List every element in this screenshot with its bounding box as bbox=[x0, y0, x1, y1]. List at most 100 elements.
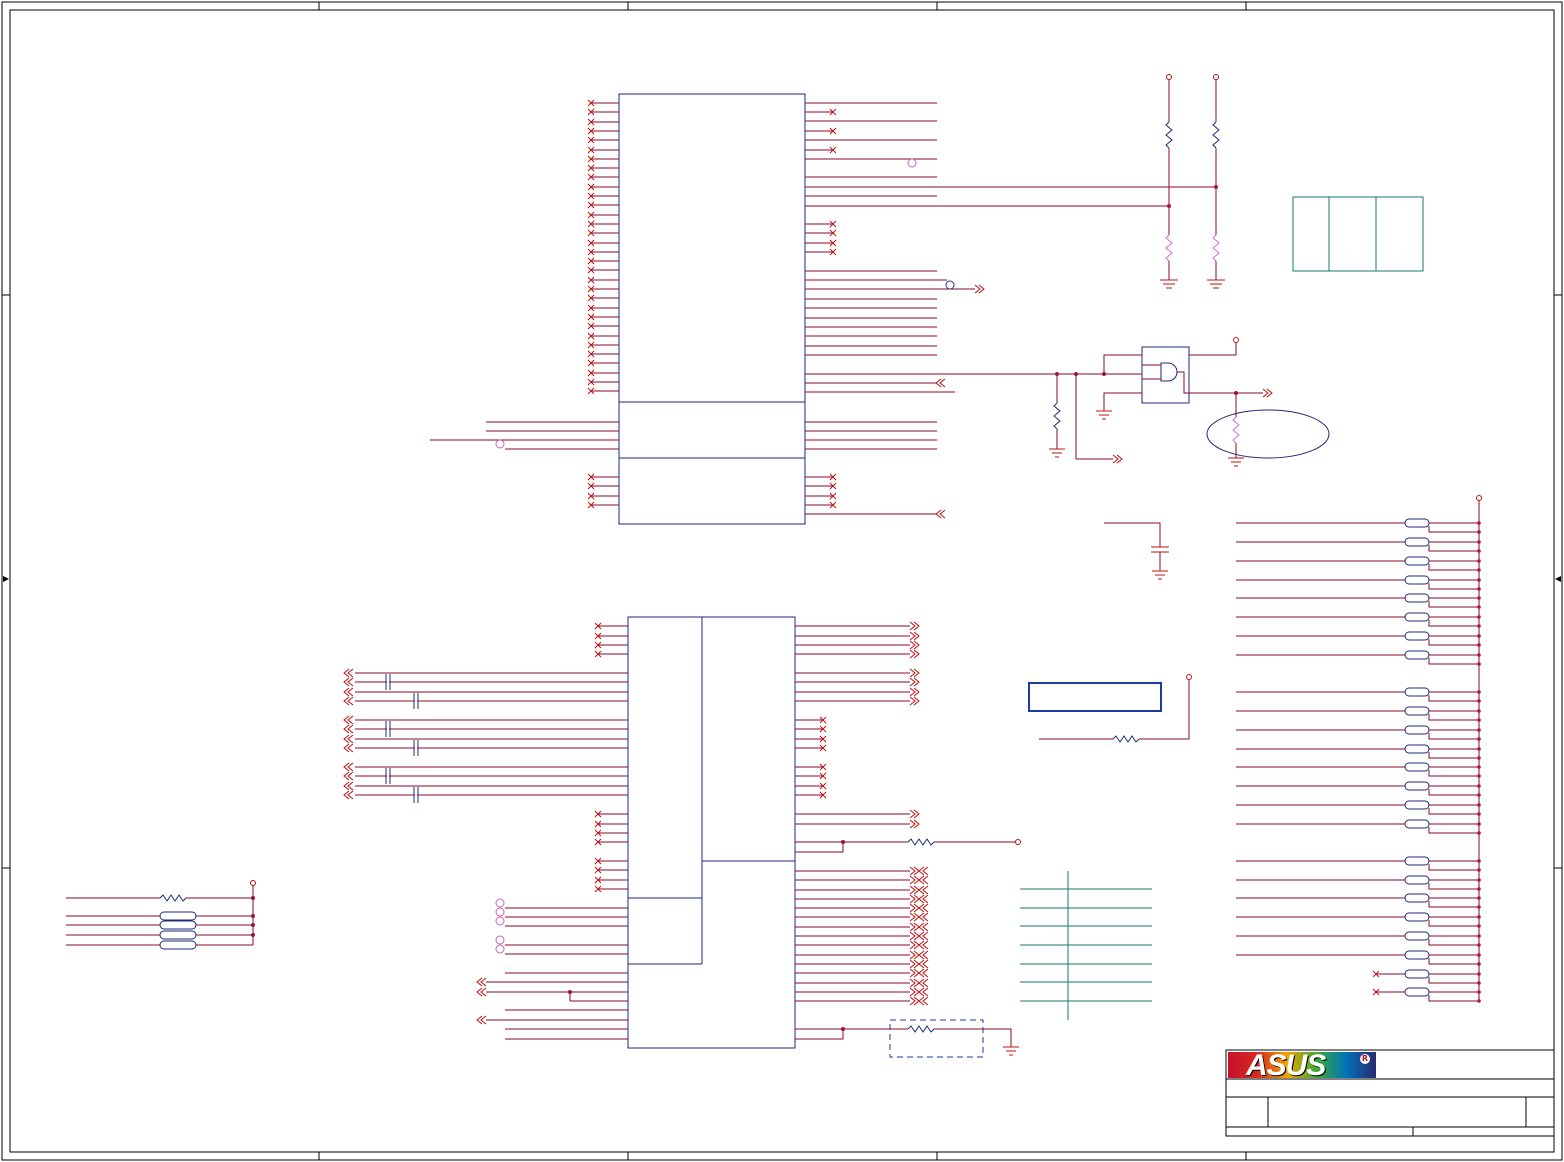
nc-pin bbox=[587, 229, 619, 237]
sheet-border bbox=[1, 1, 1563, 1161]
diff-pair-net bbox=[343, 743, 628, 753]
nc-pin bbox=[587, 276, 619, 284]
nc-pin bbox=[805, 229, 837, 237]
resistor-element bbox=[1236, 762, 1481, 778]
nc-pin bbox=[587, 350, 619, 358]
upper-ic-left-pins bbox=[587, 99, 619, 509]
nc-pin bbox=[587, 304, 619, 312]
bus-net bbox=[795, 687, 920, 697]
diff-pair-net bbox=[343, 687, 628, 697]
nc-pin bbox=[594, 650, 628, 658]
resistor-element bbox=[1236, 931, 1481, 947]
bus-net bbox=[795, 649, 920, 659]
decoupling-capacitor bbox=[1104, 522, 1169, 580]
nc-pin bbox=[587, 239, 619, 247]
nc-pin bbox=[587, 211, 619, 219]
bus-net bbox=[795, 894, 929, 904]
nc-pin bbox=[594, 885, 628, 893]
nc-pin bbox=[805, 146, 837, 154]
resistor-element bbox=[1236, 631, 1481, 647]
resistor-element bbox=[1372, 987, 1481, 1003]
bus-net bbox=[795, 912, 929, 922]
resistor-element bbox=[1236, 537, 1481, 553]
schematic-sheet bbox=[1, 1, 1563, 1161]
resistor-element bbox=[1372, 969, 1481, 985]
lower-ic-left-pins bbox=[343, 622, 628, 893]
bus-net bbox=[795, 631, 920, 641]
pullup-resistors bbox=[1160, 74, 1225, 289]
resistor-element bbox=[1236, 893, 1481, 909]
nc-pin bbox=[805, 239, 837, 247]
nc-pin bbox=[587, 136, 619, 144]
resistor-element bbox=[1236, 875, 1481, 891]
nc-pin bbox=[805, 108, 837, 116]
resistor-element bbox=[1236, 593, 1481, 609]
right-resistor-array bbox=[1236, 495, 1482, 1003]
resistor-element bbox=[1236, 800, 1481, 816]
resistor-element bbox=[1236, 912, 1481, 928]
nc-pin bbox=[795, 744, 827, 752]
diff-pair-net bbox=[343, 677, 628, 687]
nc-pin bbox=[587, 332, 619, 340]
nc-pin bbox=[587, 192, 619, 200]
bus-net bbox=[795, 668, 920, 678]
nc-pin bbox=[587, 257, 619, 265]
nc-pin bbox=[587, 266, 619, 274]
resistor-element bbox=[1236, 744, 1481, 760]
nc-pin bbox=[594, 810, 628, 818]
bus-net bbox=[795, 875, 929, 885]
nc-pin bbox=[805, 482, 837, 490]
nc-pin bbox=[587, 359, 619, 367]
bus-net bbox=[795, 922, 929, 932]
nc-pin bbox=[587, 369, 619, 377]
upper-ic-right-pins bbox=[805, 108, 937, 509]
nc-pin bbox=[594, 838, 628, 846]
nc-pin bbox=[587, 387, 619, 395]
nc-pin bbox=[587, 285, 619, 293]
nc-pin bbox=[795, 716, 827, 724]
nc-pin bbox=[795, 791, 827, 799]
nc-pin bbox=[587, 201, 619, 209]
bus-net bbox=[795, 819, 920, 829]
nc-pin bbox=[587, 378, 619, 386]
bus-net bbox=[795, 996, 929, 1006]
bus-net bbox=[795, 978, 929, 988]
resistor-element bbox=[1236, 687, 1481, 703]
bus-net bbox=[795, 987, 929, 997]
power-pin bbox=[1476, 495, 1482, 501]
diff-pair-net bbox=[343, 696, 628, 706]
nc-pin bbox=[805, 501, 837, 509]
and-gate-block bbox=[1049, 337, 1330, 467]
resistor-element bbox=[1236, 950, 1481, 966]
teal-bus bbox=[1020, 871, 1152, 1020]
lower-ic-right-pins bbox=[795, 621, 929, 1006]
nc-pin bbox=[587, 341, 619, 349]
resistor-element bbox=[1236, 650, 1481, 666]
bus-net bbox=[795, 696, 920, 706]
resistor-element bbox=[1236, 556, 1481, 572]
diff-pair-net bbox=[343, 790, 628, 800]
nc-pin bbox=[587, 248, 619, 256]
bus-net bbox=[795, 677, 920, 687]
diff-pair-net bbox=[343, 762, 628, 772]
nc-pin bbox=[587, 146, 619, 154]
resistor-element bbox=[1236, 518, 1481, 534]
resistor-element bbox=[1236, 819, 1481, 835]
nc-pin bbox=[795, 725, 827, 733]
asus-logo: ASUS R bbox=[1228, 1052, 1376, 1078]
nc-pin bbox=[587, 492, 619, 500]
nc-pin bbox=[594, 876, 628, 884]
resistor-element bbox=[1236, 856, 1481, 872]
nc-pin bbox=[805, 127, 837, 135]
bus-net bbox=[795, 931, 929, 941]
nc-pin bbox=[795, 735, 827, 743]
nc-pin bbox=[795, 782, 827, 790]
registered-mark: R bbox=[1360, 1054, 1370, 1064]
nc-pin bbox=[594, 622, 628, 630]
resistor-element bbox=[1236, 781, 1481, 797]
bus-net bbox=[795, 959, 929, 969]
nc-pin bbox=[805, 492, 837, 500]
nc-pin bbox=[805, 473, 837, 481]
upper-ic bbox=[618, 93, 806, 525]
diff-pair-net bbox=[343, 715, 628, 725]
